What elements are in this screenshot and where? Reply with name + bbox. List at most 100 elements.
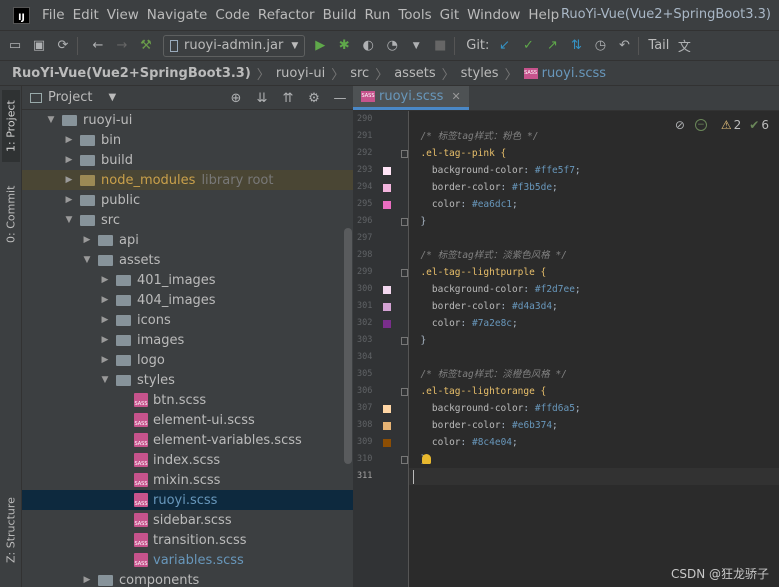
run-icon[interactable]: ▶ [311, 37, 329, 55]
chevron-down-icon[interactable]: ▼ [98, 375, 112, 385]
menu-item-git[interactable]: Git [440, 7, 460, 23]
menu-item-file[interactable]: File [42, 7, 65, 23]
collapse-circle-icon[interactable]: − [694, 119, 707, 131]
tree-item[interactable]: ▶ build [22, 150, 353, 170]
collapse-all-icon[interactable]: ⇈ [275, 91, 301, 106]
breadcrumb-file[interactable]: ruoyi.scss [542, 66, 606, 81]
history-clock-icon[interactable]: ◷ [591, 37, 609, 55]
stop-icon[interactable]: ■ [431, 37, 449, 55]
tree-item[interactable]: ▶ 401_images [22, 270, 353, 290]
tree-item[interactable]: ▶SASSindex.scss [22, 450, 353, 470]
git-commit-icon[interactable]: ✓ [519, 37, 537, 55]
color-swatch-icon[interactable] [383, 286, 391, 294]
build-hammer-icon[interactable]: ⚒ [137, 37, 155, 55]
breadcrumb-item[interactable]: ruoyi-ui [276, 66, 325, 81]
rollback-icon[interactable]: ↶ [615, 37, 633, 55]
lightbulb-icon[interactable] [422, 454, 431, 464]
color-swatch-icon[interactable] [383, 439, 391, 447]
color-swatch-icon[interactable] [383, 405, 391, 413]
tree-item[interactable]: ▶SASSruoyi.scss [22, 490, 353, 510]
tree-item[interactable]: ▶SASSmixin.scss [22, 470, 353, 490]
breadcrumb-item[interactable]: assets [394, 66, 435, 81]
chevron-right-icon[interactable]: ▶ [98, 295, 112, 305]
chevron-down-icon[interactable]: ▼ [80, 255, 94, 265]
color-swatch-icon[interactable] [383, 303, 391, 311]
structure-tool-tab[interactable]: Z: Structure [2, 490, 20, 570]
open-folder-icon[interactable]: ▭ [6, 37, 24, 55]
tree-item[interactable]: ▶ node_modules library root [22, 170, 353, 190]
menu-item-navigate[interactable]: Navigate [147, 7, 208, 23]
tree-item[interactable]: ▶SASSsidebar.scss [22, 510, 353, 530]
menu-item-build[interactable]: Build [323, 7, 357, 23]
gear-icon[interactable]: ⚙ [301, 91, 327, 106]
project-panel-title[interactable]: Project [48, 90, 92, 105]
fold-marker-icon[interactable] [401, 218, 408, 226]
fold-marker-icon[interactable] [401, 388, 408, 396]
color-swatch-icon[interactable] [383, 422, 391, 430]
breadcrumb-item[interactable]: src [350, 66, 369, 81]
reader-mode-eye-icon[interactable]: ⊘ [675, 118, 685, 132]
color-swatch-icon[interactable] [383, 167, 391, 175]
translate-icon[interactable]: 文 [675, 37, 693, 55]
menu-item-help[interactable]: Help [528, 7, 559, 23]
tree-item[interactable]: ▶ images [22, 330, 353, 350]
coverage-icon[interactable]: ◐ [359, 37, 377, 55]
tree-item[interactable]: ▶ icons [22, 310, 353, 330]
tree-item[interactable]: ▶SASSvariables.scss [22, 550, 353, 570]
save-all-icon[interactable]: ▣ [30, 37, 48, 55]
chevron-right-icon[interactable]: ▶ [80, 235, 94, 245]
chevron-right-icon[interactable]: ▶ [98, 275, 112, 285]
menu-item-edit[interactable]: Edit [73, 7, 99, 23]
expand-all-icon[interactable]: ⇊ [249, 91, 275, 106]
git-update-icon[interactable]: ↙ [495, 37, 513, 55]
more-run-chevron-icon[interactable]: ▼ [407, 37, 425, 55]
tree-item[interactable]: ▶ bin [22, 130, 353, 150]
menu-item-view[interactable]: View [107, 7, 139, 23]
menu-item-run[interactable]: Run [364, 7, 390, 23]
close-icon[interactable]: ✕ [451, 90, 460, 103]
run-configuration-select[interactable]: ruoyi-admin.jar ▼ [163, 34, 306, 57]
breadcrumb-root[interactable]: RuoYi-Vue(Vue2+SpringBoot3.3) [12, 66, 251, 81]
fold-marker-icon[interactable] [401, 456, 408, 464]
color-swatch-icon[interactable] [383, 184, 391, 192]
chevron-right-icon[interactable]: ▶ [62, 155, 76, 165]
fold-marker-icon[interactable] [401, 150, 408, 158]
back-arrow-icon[interactable]: ← [89, 37, 107, 55]
debug-icon[interactable]: ✱ [335, 37, 353, 55]
hide-panel-icon[interactable]: — [327, 91, 353, 106]
menu-item-code[interactable]: Code [215, 7, 250, 23]
tree-item[interactable]: ▶ public [22, 190, 353, 210]
tab-ruoyi-scss[interactable]: SASS ruoyi.scss ✕ [353, 86, 469, 110]
breadcrumb-item[interactable]: styles [461, 66, 499, 81]
chevron-right-icon[interactable]: ▶ [62, 175, 76, 185]
menu-item-refactor[interactable]: Refactor [258, 7, 315, 23]
tree-item[interactable]: ▶ components [22, 570, 353, 587]
color-swatch-icon[interactable] [383, 320, 391, 328]
tree-item[interactable]: ▼ src [22, 210, 353, 230]
commit-tool-tab[interactable]: 0: Commit [2, 178, 20, 250]
color-swatch-icon[interactable] [383, 201, 391, 209]
inspection-widget[interactable]: ⊘ − ⚠ 2 ✔ 6 [675, 118, 769, 132]
chevron-right-icon[interactable]: ▶ [62, 135, 76, 145]
fold-marker-icon[interactable] [401, 337, 408, 345]
chevron-right-icon[interactable]: ▶ [98, 355, 112, 365]
tree-item[interactable]: ▼ styles [22, 370, 353, 390]
chevron-down-icon[interactable]: ▼ [44, 115, 58, 125]
tree-item[interactable]: ▶SASSelement-ui.scss [22, 410, 353, 430]
tail-button[interactable]: Tail [648, 38, 669, 53]
tree-item[interactable]: ▶ 404_images [22, 290, 353, 310]
git-push-icon[interactable]: ↗ [543, 37, 561, 55]
tree-item[interactable]: ▶ logo [22, 350, 353, 370]
menu-item-tools[interactable]: Tools [398, 7, 431, 23]
chevron-right-icon[interactable]: ▶ [62, 195, 76, 205]
git-merge-icon[interactable]: ⇅ [567, 37, 585, 55]
fold-marker-icon[interactable] [401, 269, 408, 277]
project-tool-tab[interactable]: 1: Project [2, 90, 20, 162]
tree-item[interactable]: ▼ ruoyi-ui [22, 110, 353, 130]
chevron-right-icon[interactable]: ▶ [80, 575, 94, 585]
forward-arrow-icon[interactable]: → [113, 37, 131, 55]
chevron-down-icon[interactable]: ▼ [62, 215, 76, 225]
profile-icon[interactable]: ◔ [383, 37, 401, 55]
tree-item[interactable]: ▶SASSbtn.scss [22, 390, 353, 410]
chevron-down-icon[interactable]: ▼ [108, 92, 116, 103]
